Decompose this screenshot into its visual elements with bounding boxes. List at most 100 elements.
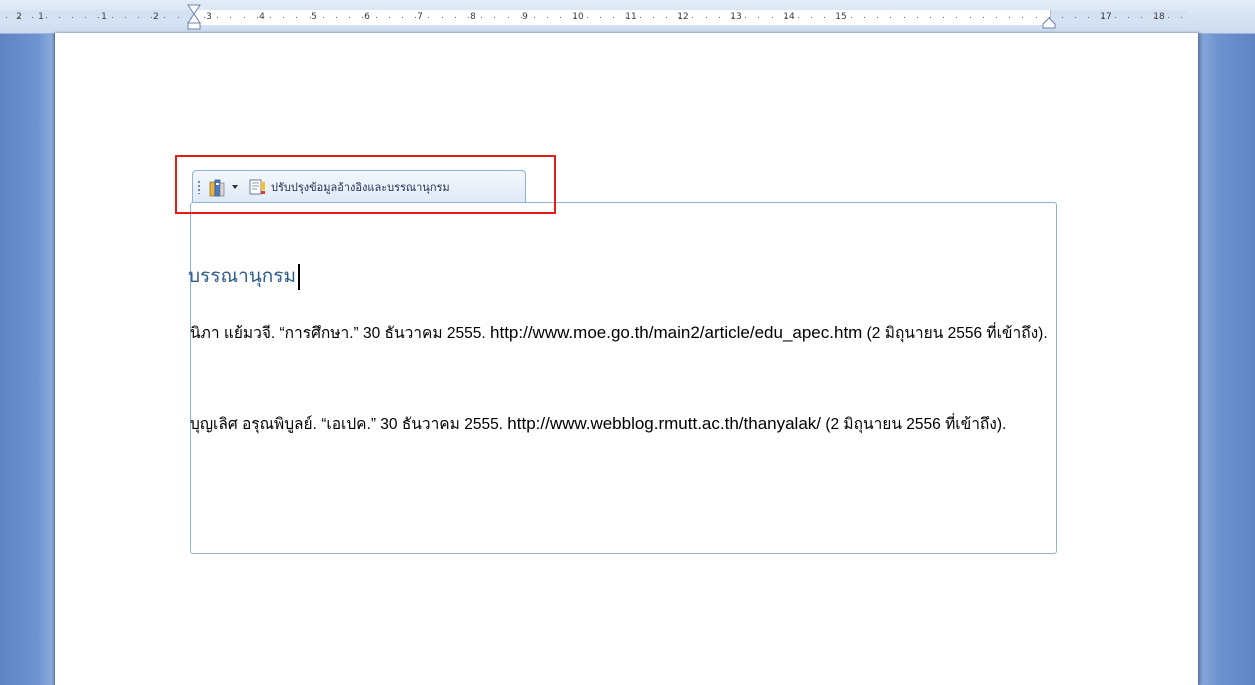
ruler-number: 8 [470, 12, 476, 22]
ruler-dot [6, 17, 7, 18]
entry-url: http://www.moe.go.th/main2/article/edu_a… [490, 323, 863, 342]
ruler-dot [732, 17, 733, 18]
ruler-dot [772, 17, 773, 18]
ruler-dot [151, 17, 152, 18]
ruler-dot [970, 17, 971, 18]
ruler-dot [468, 17, 469, 18]
ruler-dot [1168, 17, 1169, 18]
ruler-dot [1036, 17, 1037, 18]
ruler-dot [679, 17, 680, 18]
ruler-number: 9 [522, 12, 528, 22]
ruler-dot [455, 17, 456, 18]
ruler-dot [996, 17, 997, 18]
update-citations-icon [249, 179, 265, 194]
ruler-dot [956, 17, 957, 18]
ruler-dot [310, 17, 311, 18]
ruler-dot [785, 17, 786, 18]
ruler-dot [574, 17, 575, 18]
ruler-dot [230, 17, 231, 18]
ruler-dot [19, 17, 20, 18]
ruler-dot [890, 17, 891, 18]
ruler-dot [283, 17, 284, 18]
ruler-dot [1141, 17, 1142, 18]
ruler-dot [72, 17, 73, 18]
ruler-dot [521, 17, 522, 18]
ruler-dot [560, 17, 561, 18]
horizontal-ruler[interactable]: 211234567891011121314151718 [0, 0, 1255, 34]
ruler-dot [112, 17, 113, 18]
entry-access-date: (2 มิถุนายน 2556 ที่เข้าถึง). [862, 325, 1048, 342]
ruler-dot [428, 17, 429, 18]
ruler-dot [481, 17, 482, 18]
bibliography-books-icon [209, 179, 225, 196]
ruler-number: 1 [38, 12, 44, 22]
ruler-dot [494, 17, 495, 18]
ruler-number: 2 [153, 12, 159, 22]
ruler-number: 6 [364, 12, 370, 22]
ruler-dot [508, 17, 509, 18]
ruler-dot [323, 17, 324, 18]
ruler-dot [640, 17, 641, 18]
ruler-dot [587, 17, 588, 18]
ruler-dot [1062, 17, 1063, 18]
ruler-dot [877, 17, 878, 18]
ruler-dot [85, 17, 86, 18]
grip-dots-icon[interactable] [197, 179, 201, 194]
entry-citation-text: บุญเลิศ อรุณพิบูลย์. “เอเปค.” 30 ธันวาคม… [190, 416, 508, 433]
bibliography-entry[interactable]: นิภา แย้มวจี. “การศึกษา.” 30 ธันวาคม 255… [190, 314, 1052, 352]
ruler-dot [244, 17, 245, 18]
ruler-dot [389, 17, 390, 18]
ruler-dot [1181, 17, 1182, 18]
ruler-dot [983, 17, 984, 18]
bibliography-entry[interactable]: บุญเลิศ อรุณพิบูลย์. “เอเปค.” 30 ธันวาคม… [190, 405, 1052, 443]
ruler-dot [415, 17, 416, 18]
update-citations-label: ปรับปรุงข้อมูลอ้างอิงและบรรณานุกรม [271, 180, 450, 194]
ruler-dot [442, 17, 443, 18]
entry-citation-text: นิภา แย้มวจี. “การศึกษา.” 30 ธันวาคม 255… [190, 325, 491, 342]
ruler-number: 15 [835, 12, 847, 22]
bibliographies-menu-button[interactable] [207, 175, 241, 199]
ruler-dot [666, 17, 667, 18]
ruler-dot [706, 17, 707, 18]
ruler-number: 4 [259, 12, 265, 22]
ruler-number: 7 [417, 12, 423, 22]
ruler-dot [653, 17, 654, 18]
ruler-dot [1154, 17, 1155, 18]
ruler-dot [178, 17, 179, 18]
ruler-dot [758, 17, 759, 18]
ruler-dot [798, 17, 799, 18]
ruler-dot [98, 17, 99, 18]
update-citations-button[interactable]: ปรับปรุงข้อมูลอ้างอิงและบรรณานุกรม [247, 175, 452, 199]
entry-url: http://www.webblog.rmutt.ac.th/thanyalak… [507, 414, 822, 433]
ruler-dot [1102, 17, 1103, 18]
ruler-dot [811, 17, 812, 18]
ruler-dot [547, 17, 548, 18]
ruler-dot [257, 17, 258, 18]
ruler-dot [46, 17, 47, 18]
left-indent-marker-icon[interactable] [187, 4, 201, 30]
ruler-dot [1075, 17, 1076, 18]
ruler-dot [402, 17, 403, 18]
ruler-dot [125, 17, 126, 18]
bibliography-content-control[interactable] [190, 202, 1057, 554]
ruler-dot [164, 17, 165, 18]
ruler-dot [217, 17, 218, 18]
ruler-number: 3 [206, 12, 212, 22]
entry-access-date: (2 มิถุนายน 2556 ที่เข้าถึง). [821, 416, 1007, 433]
ruler-number: 1 [101, 12, 107, 22]
ruler-dot [1022, 17, 1023, 18]
ruler-dot [600, 17, 601, 18]
right-indent-marker-icon[interactable] [1042, 17, 1056, 29]
ruler-dot [745, 17, 746, 18]
ruler-dot [943, 17, 944, 18]
bibliography-heading[interactable]: บรรณานุกรม [188, 262, 300, 290]
ruler-dot [1009, 17, 1010, 18]
ruler-dot [376, 17, 377, 18]
ruler-dot [864, 17, 865, 18]
ruler-dot [336, 17, 337, 18]
ruler-dot [613, 17, 614, 18]
ruler-dot [59, 17, 60, 18]
ruler-dot [349, 17, 350, 18]
ruler-dot [270, 17, 271, 18]
ruler-dot [138, 17, 139, 18]
